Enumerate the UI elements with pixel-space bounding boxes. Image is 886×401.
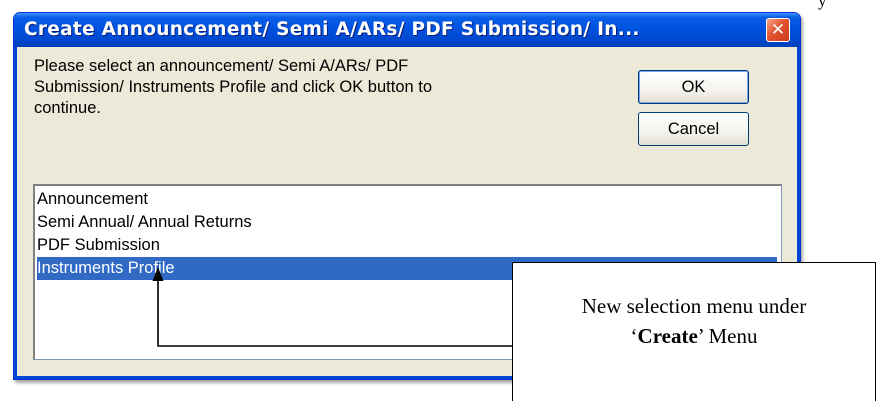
callout-quote-open: ‘ <box>630 324 638 348</box>
dialog-titlebar[interactable]: Create Announcement/ Semi A/ARs/ PDF Sub… <box>14 13 800 47</box>
close-icon: ✕ <box>770 20 786 40</box>
list-item-announcement[interactable]: Announcement <box>37 188 148 211</box>
callout-line2: ‘Create’ Menu <box>513 322 875 350</box>
dialog-frame-left <box>14 47 17 379</box>
cancel-button-label: Cancel <box>667 120 720 138</box>
instructions-text: Please select an announcement/ Semi A/AR… <box>34 57 433 117</box>
cancel-button[interactable]: Cancel <box>638 112 749 146</box>
callout-create-bold: Create <box>637 324 698 348</box>
callout-line1: New selection menu under <box>581 294 807 318</box>
close-button[interactable]: ✕ <box>766 18 790 42</box>
dialog-title: Create Announcement/ Semi A/ARs/ PDF Sub… <box>24 19 640 40</box>
callout-menu-text: Menu <box>703 324 758 348</box>
ok-button[interactable]: OK <box>638 70 749 104</box>
list-item-pdf-submission[interactable]: PDF Submission <box>37 234 160 257</box>
ok-button-label: OK <box>681 78 706 96</box>
clipped-page-text: y <box>818 0 827 10</box>
list-item-semi-annual-returns[interactable]: Semi Annual/ Annual Returns <box>37 211 252 234</box>
annotation-callout: New selection menu under ‘Create’ Menu <box>512 262 876 401</box>
